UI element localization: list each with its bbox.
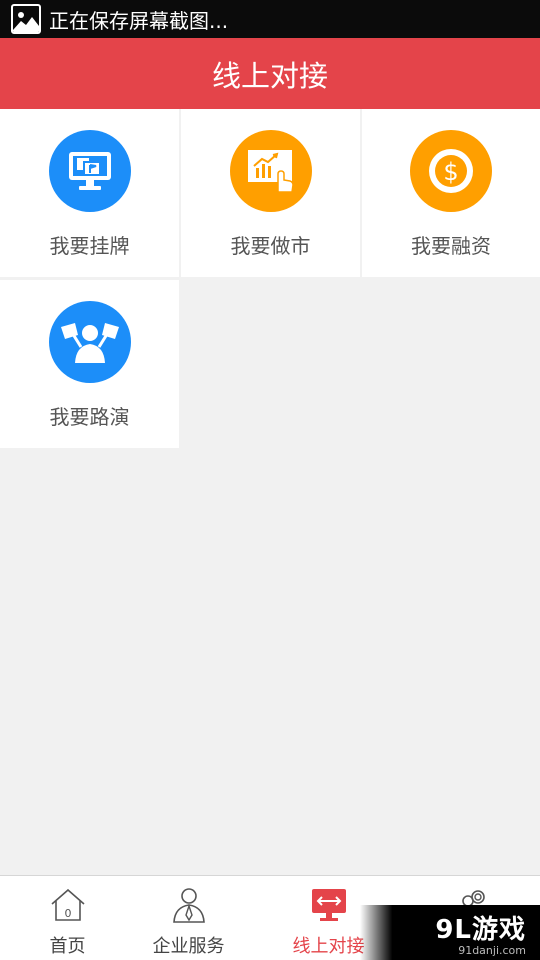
- nav-label: 企业服务: [152, 936, 225, 957]
- svg-text:0: 0: [64, 907, 71, 920]
- dollar-coin-icon: $: [410, 130, 492, 212]
- online-connect-icon: [309, 886, 349, 924]
- monitor-flag-icon: [48, 130, 131, 212]
- image-icon: [11, 4, 41, 34]
- header-bar: 线上对接: [0, 38, 540, 109]
- home-icon: 0: [48, 886, 88, 924]
- roadshow-person-icon: [48, 301, 131, 383]
- nav-label: 首页: [49, 936, 86, 957]
- tile-financing[interactable]: $ 我要融资: [362, 109, 540, 277]
- svg-text:$: $: [443, 158, 458, 186]
- tile-roadshow[interactable]: 我要路演: [0, 280, 179, 448]
- tile-market-making[interactable]: 我要做市: [181, 109, 360, 277]
- tile-label: 我要做市: [230, 234, 311, 258]
- nav-item-home[interactable]: 0 首页: [0, 876, 135, 960]
- watermark: 9L游戏 91danji.com: [360, 905, 540, 960]
- page-title: 线上对接: [211, 58, 328, 93]
- tile-label: 我要挂牌: [49, 234, 130, 258]
- nav-item-business[interactable]: 企业服务: [121, 876, 256, 960]
- status-bar: 正在保存屏幕截图...: [0, 0, 540, 38]
- watermark-url: 91danji.com: [458, 943, 526, 957]
- notification-text: 正在保存屏幕截图...: [49, 8, 229, 33]
- tile-label: 我要融资: [411, 234, 491, 258]
- watermark-logo: 9L游戏: [435, 914, 526, 945]
- chart-touch-icon: [229, 130, 312, 212]
- tile-listing[interactable]: 我要挂牌: [0, 109, 179, 277]
- tile-label: 我要路演: [49, 405, 130, 429]
- nav-label: 线上对接: [292, 936, 365, 957]
- business-person-icon: [169, 886, 209, 924]
